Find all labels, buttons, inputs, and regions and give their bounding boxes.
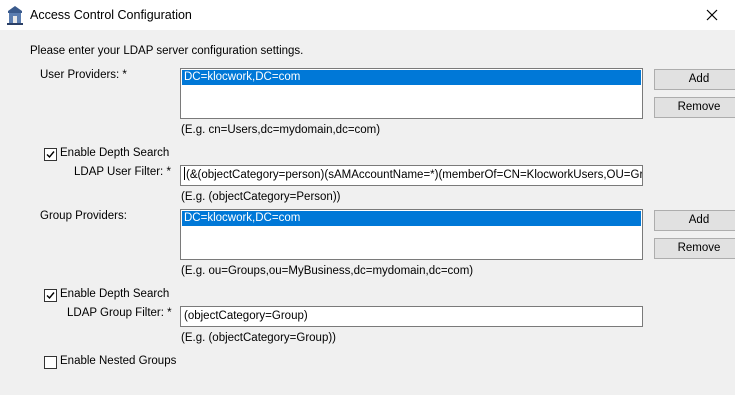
user-add-button[interactable]: Add bbox=[654, 69, 735, 90]
ldap-group-filter-value: (objectCategory=Group) bbox=[184, 310, 308, 322]
app-icon bbox=[6, 5, 24, 25]
group-providers-hint: (E.g. ou=Groups,ou=MyBusiness,dc=mydomai… bbox=[181, 265, 474, 277]
user-providers-label: User Providers: * bbox=[40, 69, 127, 81]
ldap-group-filter-hint: (E.g. (objectCategory=Group)) bbox=[181, 332, 336, 344]
checkmark-icon bbox=[46, 151, 55, 159]
nested-groups-label: Enable Nested Groups bbox=[60, 355, 177, 367]
user-depth-search-checkbox[interactable] bbox=[44, 148, 57, 161]
text-caret bbox=[184, 167, 185, 180]
ldap-user-filter-label: LDAP User Filter: * bbox=[74, 166, 171, 178]
list-item[interactable]: DC=klocwork,DC=com bbox=[182, 70, 641, 85]
group-depth-search-label: Enable Depth Search bbox=[60, 288, 170, 300]
group-providers-list[interactable]: DC=klocwork,DC=com bbox=[180, 209, 643, 260]
checkmark-icon bbox=[46, 292, 55, 300]
close-icon bbox=[706, 9, 718, 21]
title-bar: Access Control Configuration bbox=[0, 0, 735, 30]
list-item[interactable]: DC=klocwork,DC=com bbox=[182, 211, 641, 226]
user-providers-hint: (E.g. cn=Users,dc=mydomain,dc=com) bbox=[181, 124, 381, 136]
window-title: Access Control Configuration bbox=[30, 8, 192, 22]
close-button[interactable] bbox=[689, 0, 735, 30]
ldap-user-filter-input[interactable]: (&(objectCategory=person)(sAMAccountName… bbox=[180, 165, 643, 186]
nested-groups-checkbox[interactable] bbox=[44, 356, 57, 369]
user-depth-search-label: Enable Depth Search bbox=[60, 147, 170, 159]
ldap-group-filter-label: LDAP Group Filter: * bbox=[67, 307, 172, 319]
group-add-button[interactable]: Add bbox=[654, 210, 735, 231]
ldap-user-filter-hint: (E.g. (objectCategory=Person)) bbox=[181, 191, 341, 203]
group-remove-button[interactable]: Remove bbox=[654, 238, 735, 259]
ldap-user-filter-value: (&(objectCategory=person)(sAMAccountName… bbox=[186, 169, 643, 181]
user-remove-button[interactable]: Remove bbox=[654, 97, 735, 118]
intro-text: Please enter your LDAP server configurat… bbox=[30, 45, 304, 57]
group-depth-search-checkbox[interactable] bbox=[44, 289, 57, 302]
user-providers-list[interactable]: DC=klocwork,DC=com bbox=[180, 68, 643, 119]
group-providers-label: Group Providers: bbox=[40, 210, 127, 222]
ldap-group-filter-input[interactable]: (objectCategory=Group) bbox=[180, 306, 643, 327]
